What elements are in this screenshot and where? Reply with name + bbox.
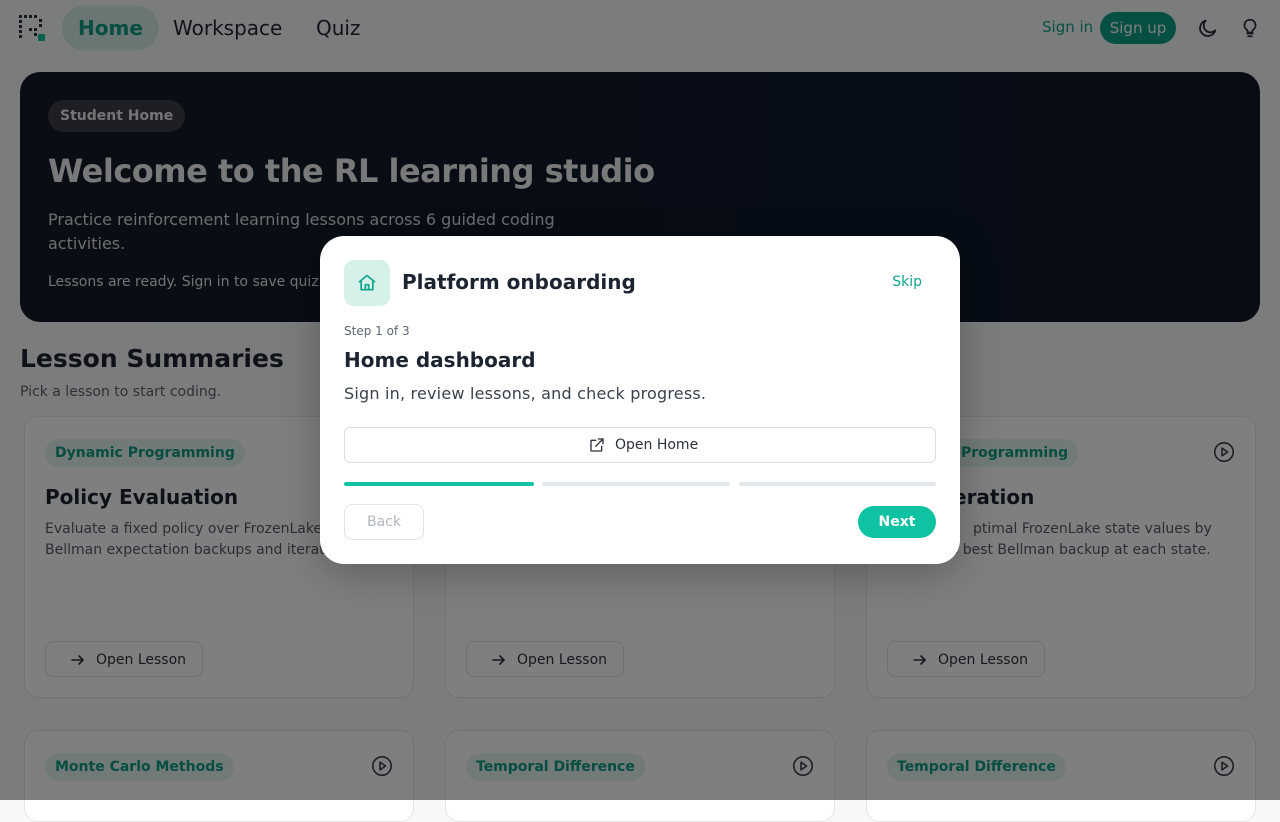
- progress-segment-2: [542, 482, 730, 486]
- back-button[interactable]: Back: [344, 504, 424, 540]
- next-button[interactable]: Next: [858, 506, 936, 538]
- external-link-icon: [590, 438, 604, 452]
- modal-icon-box: [344, 260, 390, 306]
- step-indicator: Step 1 of 3: [344, 324, 410, 338]
- onboarding-modal: Platform onboarding Skip Step 1 of 3 Hom…: [320, 236, 960, 564]
- home-icon: [358, 274, 376, 291]
- progress-segment-3: [739, 482, 936, 486]
- open-home-button[interactable]: Open Home: [344, 427, 936, 463]
- open-home-label: Open Home: [615, 437, 699, 453]
- modal-title: Platform onboarding: [402, 270, 636, 294]
- skip-button[interactable]: Skip: [892, 274, 922, 290]
- step-heading: Home dashboard: [344, 348, 536, 372]
- progress-segment-1: [344, 482, 534, 486]
- step-description: Sign in, review lessons, and check progr…: [344, 384, 707, 403]
